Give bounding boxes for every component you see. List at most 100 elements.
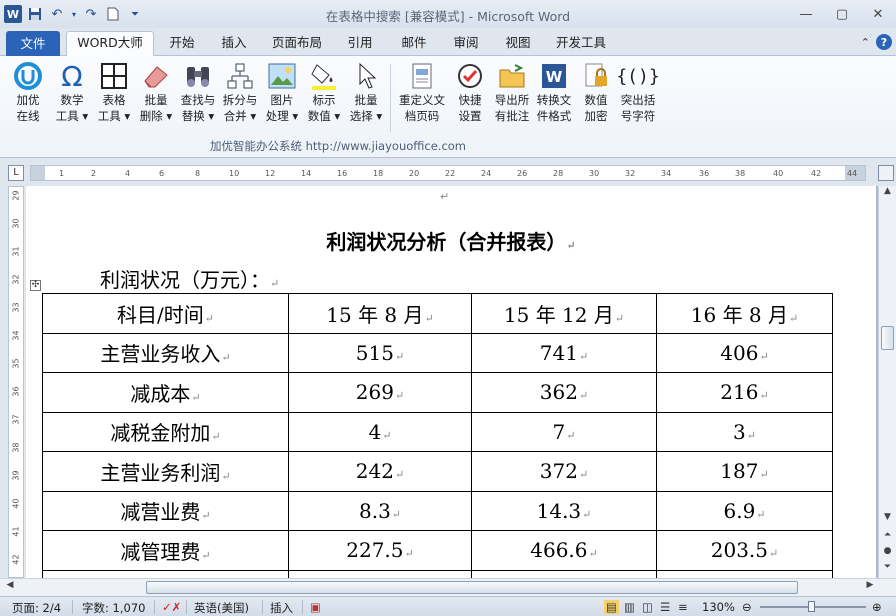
horizontal-ruler[interactable]: 1 2 4 6 8 10 12 14 16 18 20 22 24 26 28 … bbox=[30, 165, 866, 181]
table-cell[interactable]: 227.5↵ bbox=[288, 530, 472, 571]
document-subheading[interactable]: 利润状况（万元）：↵ bbox=[100, 264, 279, 293]
outline-view-icon[interactable]: ☰ bbox=[660, 600, 670, 614]
find-replace-button[interactable]: 查找与 替换 ▾ bbox=[178, 60, 218, 136]
view-ruler-icon[interactable] bbox=[878, 165, 894, 181]
ruler-bar: L 1 2 4 6 8 10 12 14 16 18 20 22 24 26 2… bbox=[0, 159, 896, 185]
table-cell[interactable]: 216↵ bbox=[656, 372, 833, 413]
table-cell[interactable]: 4↵ bbox=[288, 411, 472, 452]
value-encrypt-button[interactable]: 数值 加密 bbox=[576, 60, 616, 136]
scroll-up-icon[interactable]: ▲ bbox=[879, 186, 896, 202]
tab-stop-selector[interactable]: L bbox=[8, 165, 24, 181]
table-cell[interactable]: 515↵ bbox=[288, 332, 472, 373]
select-browse-object-icon[interactable]: ● bbox=[879, 546, 896, 562]
tab-insert[interactable]: 插入 bbox=[212, 32, 256, 56]
ribbon-panel: 加优 在线 Ω 数学 工具 ▾ 表格 工具 ▾ 批量 删除 ▾ 查找与 替换 ▾… bbox=[0, 56, 896, 158]
table-row: 主营业务利润↵ 242↵ 372↵ 187↵ bbox=[42, 451, 833, 492]
tab-review[interactable]: 审阅 bbox=[444, 32, 488, 56]
tab-page-layout[interactable]: 页面布局 bbox=[266, 32, 328, 56]
vertical-ruler[interactable]: 29 30 31 32 33 34 35 36 37 38 39 40 41 4… bbox=[8, 186, 24, 578]
table-cell[interactable]: 14.3↵ bbox=[471, 490, 657, 531]
tab-mailings[interactable]: 邮件 bbox=[392, 32, 436, 56]
print-layout-view-icon[interactable]: ▤ bbox=[604, 600, 619, 614]
table-cell[interactable]: 减营业费↵ bbox=[42, 490, 289, 531]
table-tools-button[interactable]: 表格 工具 ▾ bbox=[94, 60, 134, 136]
table-header-cell[interactable]: 科目/时间↵ bbox=[42, 293, 289, 334]
table-cell[interactable]: 406↵ bbox=[656, 332, 833, 373]
export-comments-button[interactable]: 导出所 有批注 bbox=[492, 60, 532, 136]
help-icon[interactable]: ? bbox=[876, 34, 892, 50]
tab-home[interactable]: 开始 bbox=[160, 32, 204, 56]
ribbon-footer-link[interactable]: 加优智能办公系统 http://www.jiayouoffice.com bbox=[0, 138, 786, 154]
table-cell[interactable]: 7↵ bbox=[471, 411, 657, 452]
tab-file[interactable]: 文件 bbox=[6, 31, 60, 56]
batch-delete-button[interactable]: 批量 删除 ▾ bbox=[136, 60, 176, 136]
table-header-cell[interactable]: 15 年 8 月↵ bbox=[288, 293, 472, 334]
table-cell[interactable]: 主营业务利润↵ bbox=[42, 451, 289, 492]
table-cell[interactable]: 减成本↵ bbox=[42, 372, 289, 413]
convert-format-icon: W bbox=[538, 60, 570, 92]
split-merge-button[interactable]: 拆分与 合并 ▾ bbox=[220, 60, 260, 136]
zoom-out-icon[interactable]: ⊖ bbox=[742, 600, 752, 614]
maximize-icon[interactable]: ▢ bbox=[824, 0, 860, 28]
web-layout-icon[interactable]: ◫ bbox=[642, 600, 653, 614]
table-move-handle-icon[interactable]: ✣ bbox=[30, 280, 41, 291]
horizontal-scrollbar[interactable]: ◀ ▶ bbox=[0, 578, 896, 596]
full-screen-reading-icon[interactable]: ▥ bbox=[624, 600, 635, 614]
zoom-level[interactable]: 130% bbox=[702, 600, 735, 614]
table-cell[interactable]: 187↵ bbox=[656, 451, 833, 492]
table-cell[interactable]: 269↵ bbox=[288, 372, 472, 413]
table-header-cell[interactable]: 16 年 8 月↵ bbox=[656, 293, 833, 334]
page-count[interactable]: 页面: 2/4 bbox=[12, 600, 61, 616]
collapse-ribbon-icon[interactable]: ⌃ bbox=[861, 36, 870, 49]
table-cell[interactable]: 减税金附加↵ bbox=[42, 411, 289, 452]
vertical-scrollbar[interactable]: ▲ ▼ ⏶ ● ⏷ bbox=[878, 186, 896, 578]
tab-references[interactable]: 引用 bbox=[338, 32, 382, 56]
tab-view[interactable]: 视图 bbox=[496, 32, 540, 56]
table-cell[interactable]: 362↵ bbox=[471, 372, 657, 413]
zoom-in-icon[interactable]: ⊕ bbox=[872, 600, 882, 614]
table-header-cell[interactable]: 15 年 12 月↵ bbox=[471, 293, 657, 334]
table-cell[interactable]: 203.5↵ bbox=[656, 530, 833, 571]
quick-settings-button[interactable]: 快捷 设置 bbox=[450, 60, 490, 136]
tab-developer[interactable]: 开发工具 bbox=[548, 32, 614, 56]
highlight-brackets-button[interactable]: {()} 突出括 号字符 bbox=[616, 60, 659, 136]
window-controls: — ▢ ✕ bbox=[788, 0, 896, 28]
close-icon[interactable]: ✕ bbox=[860, 0, 896, 28]
insert-mode-indicator[interactable]: 插入 bbox=[270, 600, 293, 616]
zoom-slider-handle[interactable] bbox=[808, 601, 815, 612]
table-cell[interactable]: 减管理费↵ bbox=[42, 530, 289, 571]
table-cell[interactable]: 6.9↵ bbox=[656, 490, 833, 531]
redefine-page-number-button[interactable]: 重定义文 档页码 bbox=[398, 60, 446, 136]
picture-process-button[interactable]: 图片 处理 ▾ bbox=[262, 60, 302, 136]
tab-word-master[interactable]: WORD大师 bbox=[66, 31, 154, 56]
table-cell[interactable]: 242↵ bbox=[288, 451, 472, 492]
document-title[interactable]: 利润状况分析（合并报表）↵ bbox=[26, 226, 876, 255]
previous-browse-icon[interactable]: ⏶ bbox=[879, 530, 896, 546]
word-count[interactable]: 字数: 1,070 bbox=[82, 600, 145, 616]
profit-table[interactable]: 科目/时间↵ 15 年 8 月↵ 15 年 12 月↵ 16 年 8 月↵ 主营… bbox=[42, 293, 833, 578]
next-browse-icon[interactable]: ⏷ bbox=[879, 562, 896, 578]
table-cell[interactable]: 372↵ bbox=[471, 451, 657, 492]
scroll-left-icon[interactable]: ◀ bbox=[2, 580, 18, 596]
table-cell[interactable]: 3↵ bbox=[656, 411, 833, 452]
macro-record-icon[interactable]: ▣ bbox=[310, 600, 321, 614]
eraser-icon bbox=[140, 60, 172, 92]
language-indicator[interactable]: 英语(美国) bbox=[194, 600, 249, 616]
table-cell[interactable]: 466.6↵ bbox=[471, 530, 657, 571]
table-cell[interactable]: 741↵ bbox=[471, 332, 657, 373]
proofing-icon[interactable]: ✓✗ bbox=[162, 600, 181, 614]
batch-select-button[interactable]: 批量 选择 ▾ bbox=[346, 60, 386, 136]
minimize-icon[interactable]: — bbox=[788, 0, 824, 28]
jiayou-online-button[interactable]: 加优 在线 bbox=[8, 60, 48, 136]
horizontal-scroll-thumb[interactable] bbox=[146, 581, 798, 594]
scroll-down-icon[interactable]: ▼ bbox=[879, 512, 896, 528]
draft-view-icon[interactable]: ≡ bbox=[678, 600, 688, 614]
math-tools-button[interactable]: Ω 数学 工具 ▾ bbox=[52, 60, 92, 136]
table-cell[interactable]: 8.3↵ bbox=[288, 490, 472, 531]
scroll-right-icon[interactable]: ▶ bbox=[862, 580, 878, 596]
document-page[interactable]: ↵ 利润状况分析（合并报表）↵ 利润状况（万元）：↵ ✣ 科目/时间↵ 15 年… bbox=[26, 186, 876, 578]
convert-format-button[interactable]: W 转换文 件格式 bbox=[534, 60, 574, 136]
vertical-scroll-thumb[interactable] bbox=[881, 326, 894, 350]
table-cell[interactable]: 主营业务收入↵ bbox=[42, 332, 289, 373]
mark-values-button[interactable]: 标示 数值 ▾ bbox=[304, 60, 344, 136]
